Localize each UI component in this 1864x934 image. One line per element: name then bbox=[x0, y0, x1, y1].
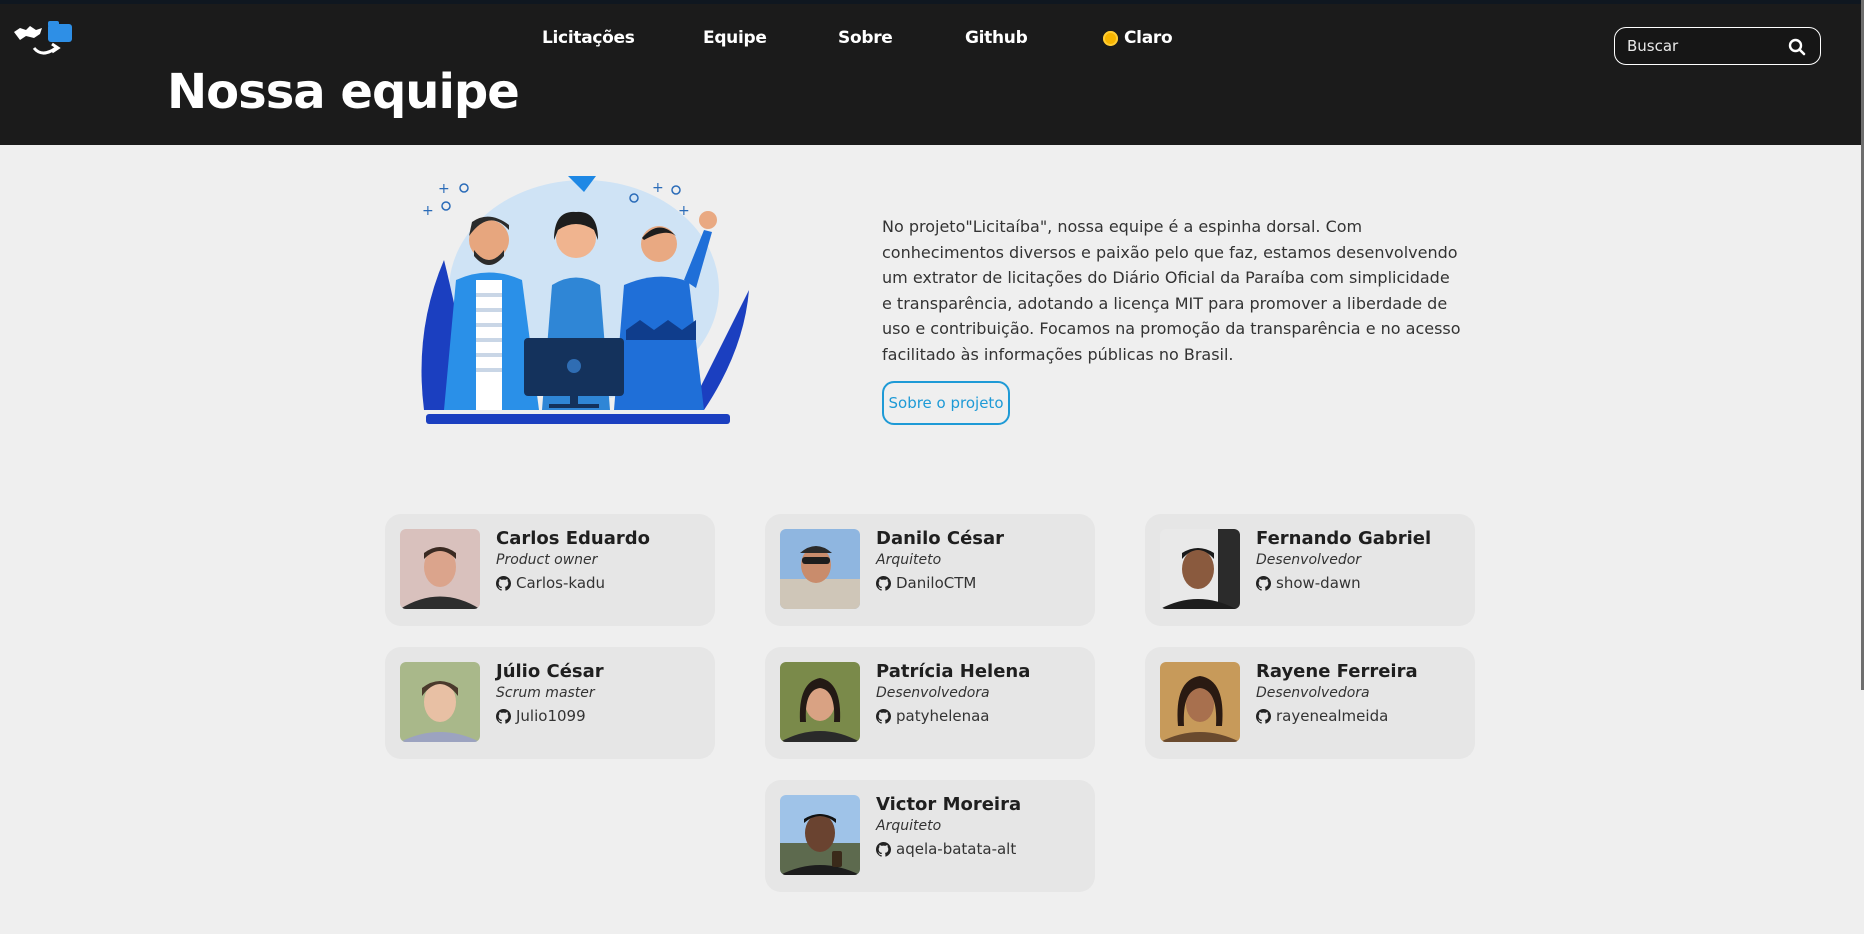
svg-text:+: + bbox=[678, 203, 690, 219]
nav-github[interactable]: Github bbox=[965, 28, 1028, 48]
theme-label: Claro bbox=[1124, 28, 1173, 48]
member-name: Fernando Gabriel bbox=[1256, 528, 1432, 549]
github-icon bbox=[496, 708, 511, 724]
avatar bbox=[780, 795, 860, 875]
member-role: Scrum master bbox=[496, 685, 595, 701]
team-card: Danilo César Arquiteto DaniloCTM bbox=[765, 514, 1095, 626]
github-username: Julio1099 bbox=[516, 707, 586, 725]
main-nav: Licitações Equipe Sobre Github Claro bbox=[0, 28, 1864, 58]
team-card: Carlos Eduardo Product owner Carlos-kadu bbox=[385, 514, 715, 626]
theme-toggle[interactable]: Claro bbox=[1103, 28, 1173, 48]
avatar bbox=[1160, 662, 1240, 742]
github-username: show-dawn bbox=[1276, 574, 1361, 592]
svg-text:+: + bbox=[438, 181, 450, 197]
github-link[interactable]: Julio1099 bbox=[496, 707, 586, 725]
nav-equipe[interactable]: Equipe bbox=[703, 28, 767, 48]
github-username: DaniloCTM bbox=[896, 574, 977, 592]
team-card: Rayene Ferreira Desenvolvedora rayenealm… bbox=[1145, 647, 1475, 759]
github-icon bbox=[876, 841, 891, 857]
member-role: Desenvolvedora bbox=[876, 685, 990, 701]
svg-text:+: + bbox=[652, 180, 664, 196]
team-card: Patrícia Helena Desenvolvedora patyhelen… bbox=[765, 647, 1095, 759]
sun-icon bbox=[1103, 30, 1118, 46]
team-card: Júlio César Scrum master Julio1099 bbox=[385, 647, 715, 759]
github-icon bbox=[1256, 708, 1271, 724]
top-navbar: Licitações Equipe Sobre Github Claro Nos… bbox=[0, 0, 1864, 145]
member-name: Carlos Eduardo bbox=[496, 528, 651, 549]
avatar bbox=[1160, 529, 1240, 609]
member-role: Arquiteto bbox=[876, 552, 942, 568]
team-card: Victor Moreira Arquiteto aqela-batata-al… bbox=[765, 780, 1095, 892]
github-username: rayenealmeida bbox=[1276, 707, 1389, 725]
page-title: Nossa equipe bbox=[167, 64, 520, 120]
avatar bbox=[400, 662, 480, 742]
member-role: Arquiteto bbox=[876, 818, 942, 834]
github-link[interactable]: rayenealmeida bbox=[1256, 707, 1388, 725]
github-link[interactable]: aqela-batata-alt bbox=[876, 840, 1016, 858]
github-icon bbox=[876, 708, 891, 724]
github-link[interactable]: Carlos-kadu bbox=[496, 574, 605, 592]
search-box bbox=[1614, 27, 1821, 65]
about-text: No projeto"Licitaíba", nossa equipe é a … bbox=[882, 217, 1461, 364]
github-link[interactable]: DaniloCTM bbox=[876, 574, 976, 592]
github-icon bbox=[1256, 575, 1271, 591]
member-name: Rayene Ferreira bbox=[1256, 661, 1418, 682]
nav-sobre[interactable]: Sobre bbox=[838, 28, 893, 48]
github-icon bbox=[496, 575, 511, 591]
team-card: Fernando Gabriel Desenvolvedor show-dawn bbox=[1145, 514, 1475, 626]
avatar bbox=[780, 529, 860, 609]
github-username: patyhelenaa bbox=[896, 707, 990, 725]
member-role: Product owner bbox=[496, 552, 598, 568]
member-name: Danilo César bbox=[876, 528, 1005, 549]
about-project-button[interactable]: Sobre o projeto bbox=[882, 381, 1010, 425]
nav-licitacoes[interactable]: Licitações bbox=[542, 28, 635, 48]
search-input[interactable] bbox=[1627, 36, 1777, 56]
member-role: Desenvolvedora bbox=[1256, 685, 1370, 701]
search-icon[interactable] bbox=[1788, 38, 1806, 56]
member-name: Júlio César bbox=[496, 661, 604, 682]
svg-text:+: + bbox=[422, 203, 434, 219]
github-username: aqela-batata-alt bbox=[896, 840, 1017, 858]
avatar bbox=[400, 529, 480, 609]
github-link[interactable]: patyhelenaa bbox=[876, 707, 990, 725]
github-link[interactable]: show-dawn bbox=[1256, 574, 1361, 592]
member-name: Victor Moreira bbox=[876, 794, 1022, 815]
github-username: Carlos-kadu bbox=[516, 574, 606, 592]
avatar bbox=[780, 662, 860, 742]
github-icon bbox=[876, 575, 891, 591]
team-illustration: + + + + bbox=[404, 170, 760, 426]
member-name: Patrícia Helena bbox=[876, 661, 1031, 682]
member-role: Desenvolvedor bbox=[1256, 552, 1362, 568]
